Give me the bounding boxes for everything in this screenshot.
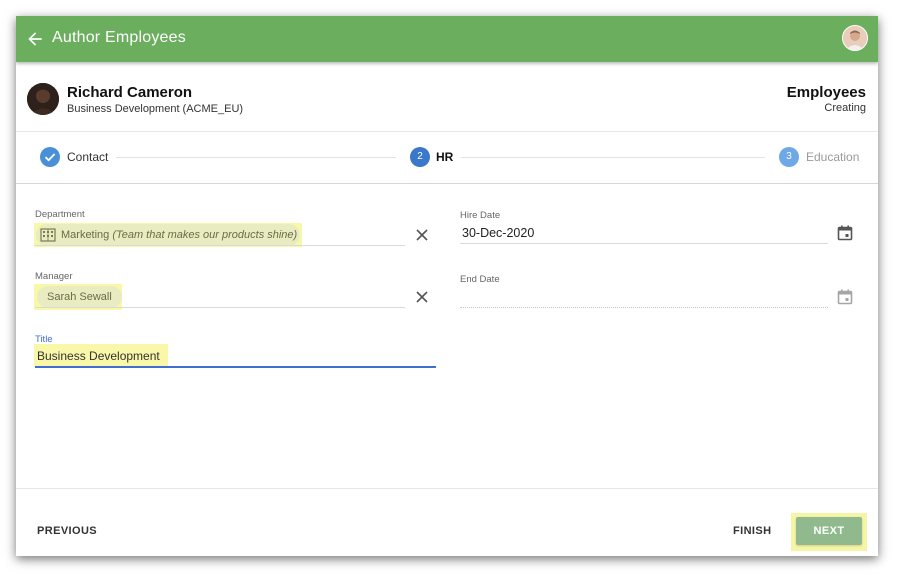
entity-status: Creating xyxy=(824,102,866,114)
step-hr-label[interactable]: HR xyxy=(436,150,453,164)
check-icon xyxy=(44,153,56,162)
user-avatar-image xyxy=(843,26,867,50)
end-date-label: End Date xyxy=(460,274,500,285)
manager-value: Sarah Sewall xyxy=(47,291,112,303)
person-avatar xyxy=(27,83,59,115)
app-title: Author Employees xyxy=(52,29,186,46)
step-contact-circle[interactable] xyxy=(40,147,60,167)
office-building-icon xyxy=(40,228,56,242)
record-name: Richard Cameron xyxy=(67,84,193,101)
finish-button[interactable]: FINISH xyxy=(733,525,771,537)
title-input[interactable]: Business Development xyxy=(37,349,160,363)
hire-date-underline xyxy=(460,243,828,244)
calendar-icon xyxy=(837,289,853,305)
department-chip[interactable]: Marketing (Team that makes our products … xyxy=(36,224,300,246)
previous-button[interactable]: PREVIOUS xyxy=(37,525,97,537)
next-button-highlight: NEXT xyxy=(791,513,867,551)
manager-chip[interactable]: Sarah Sewall xyxy=(37,286,122,308)
person-avatar-image xyxy=(27,83,59,115)
step-connector xyxy=(461,157,765,158)
next-button[interactable]: NEXT xyxy=(796,517,862,545)
step-education-circle[interactable]: 3 xyxy=(779,147,799,167)
stepper: Contact 2 HR 3 Education xyxy=(16,133,878,184)
app-bar: Author Employees xyxy=(16,16,878,62)
manager-label: Manager xyxy=(35,271,73,282)
department-description: (Team that makes our products shine) xyxy=(112,229,298,241)
close-icon[interactable] xyxy=(414,289,430,305)
user-avatar[interactable] xyxy=(842,25,868,51)
manager-underline xyxy=(35,307,405,308)
hire-date-label: Hire Date xyxy=(460,210,501,221)
app-window: Author Employees Richard Cameron Busines… xyxy=(16,16,878,556)
record-header: Richard Cameron Business Development (AC… xyxy=(16,67,878,132)
step-contact-label[interactable]: Contact xyxy=(67,150,108,164)
step-connector xyxy=(116,157,396,158)
calendar-icon[interactable] xyxy=(836,224,854,242)
hire-date-input[interactable]: 30-Dec-2020 xyxy=(462,226,534,240)
record-subtitle: Business Development (ACME_EU) xyxy=(67,103,244,115)
department-label: Department xyxy=(35,209,85,220)
department-underline xyxy=(35,245,405,246)
close-icon[interactable] xyxy=(414,227,430,243)
end-date-input[interactable] xyxy=(462,290,822,306)
department-value: Marketing xyxy=(61,229,110,241)
wizard-footer: PREVIOUS FINISH NEXT xyxy=(16,488,878,556)
step-hr-circle[interactable]: 2 xyxy=(410,147,430,167)
title-underline xyxy=(35,366,436,368)
step-education-label[interactable]: Education xyxy=(806,150,859,164)
arrow-left-icon[interactable] xyxy=(25,29,45,49)
entity-title: Employees xyxy=(786,84,866,101)
end-date-underline xyxy=(460,307,828,308)
